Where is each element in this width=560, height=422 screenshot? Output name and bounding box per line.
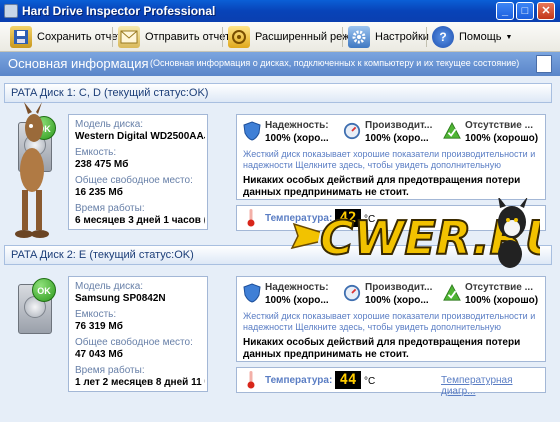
chevron-down-icon: ▼ [505,33,513,41]
gauge-icon [343,284,361,302]
edit-note-icon[interactable] [536,55,552,73]
checkmark-icon [443,283,461,301]
disk2-free: 47 043 Мб [75,349,123,360]
disk1-performance: Производит... 100% (хоро... [341,119,441,147]
disk2-temperature-value: 44 [335,371,361,389]
disk2-temperature-panel: Температура: 44 °C Температурная диагр..… [236,367,546,397]
send-report-button[interactable]: Отправить отчет [118,25,230,49]
disk1-reliability: Надежность: 100% (хоро... [241,119,341,147]
disk1-model: Western Digital WD2500AAJB... [75,131,205,142]
minimize-button[interactable]: _ [496,2,514,20]
disk1-free: 16 235 Мб [75,187,123,198]
disk2-performance: Производит... 100% (хоро... [341,281,441,309]
maximize-button[interactable]: □ [516,2,534,20]
disk2-uptime: 1 лет 2 месяцев 8 дней 11 ч... [75,377,205,388]
app-icon [4,4,18,18]
shield-icon [243,121,261,141]
disk1-capacity: 238 475 Мб [75,159,129,170]
disk1-header[interactable]: PATA Диск 1: C, D (текущий статус:OK) [4,83,552,103]
question-icon: ? [432,26,454,48]
disk2-capacity: 76 319 Мб [75,321,123,332]
checkmark-icon [443,121,461,139]
disk1-info-panel: Модель диска: Western Digital WD2500AAJB… [68,114,208,230]
gauge-icon [343,122,361,140]
title-bar: Hard Drive Inspector Professional _ □ ✕ [0,0,560,22]
coyote-mascot-image [15,102,49,238]
disk2-no-errors: Отсутствие ... 100% (хорошо) [441,281,541,309]
window-title: Hard Drive Inspector Professional [22,4,216,18]
envelope-icon [118,26,140,48]
temperature-chart-link[interactable]: Температурная диагр... [441,375,545,397]
disk1-no-errors: Отсутствие ... 100% (хорошо) [441,119,541,147]
disk2-description-link[interactable]: Жесткий диск показывает хорошие показате… [243,311,539,333]
page-subtitle: (Основная информация о дисках, подключен… [150,58,520,68]
thermometer-icon [247,209,255,227]
help-button[interactable]: ? Помощь ▼ [432,25,512,49]
disk2-advice: Никаких особых действий для предотвращен… [243,337,521,360]
cwer-logo-watermark: CWER.RU [290,198,540,268]
disk2-model: Samsung SP0842N [75,293,166,304]
disk1-status-panel: Надежность: 100% (хоро... Производит... … [236,114,546,200]
shield-icon [243,283,261,303]
save-report-button[interactable]: Сохранить отчет [10,25,122,49]
settings-button[interactable]: Настройки [348,25,429,49]
toolbar: Сохранить отчет Отправить отчет Расширен… [0,22,560,52]
section-header: Основная информация (Основная информация… [0,52,560,76]
floppy-icon [10,26,32,48]
gear-icon [348,26,370,48]
close-button[interactable]: ✕ [537,2,555,20]
disk2-status-panel: Надежность: 100% (хоро... Производит... … [236,276,546,362]
page-title: Основная информация [8,56,149,71]
ok-status-icon: OK [32,278,56,302]
disk1-description-link[interactable]: Жесткий диск показывает хорошие показате… [243,149,539,171]
disk2-info-panel: Модель диска: Samsung SP0842N Емкость: 7… [68,276,208,392]
disk1-uptime: 6 месяцев 3 дней 1 часов (4 ... [75,215,205,226]
thermometer-icon [247,371,255,389]
advanced-mode-icon [228,26,250,48]
disk1-advice: Никаких особых действий для предотвращен… [243,175,521,198]
disk2-reliability: Надежность: 100% (хоро... [241,281,341,309]
